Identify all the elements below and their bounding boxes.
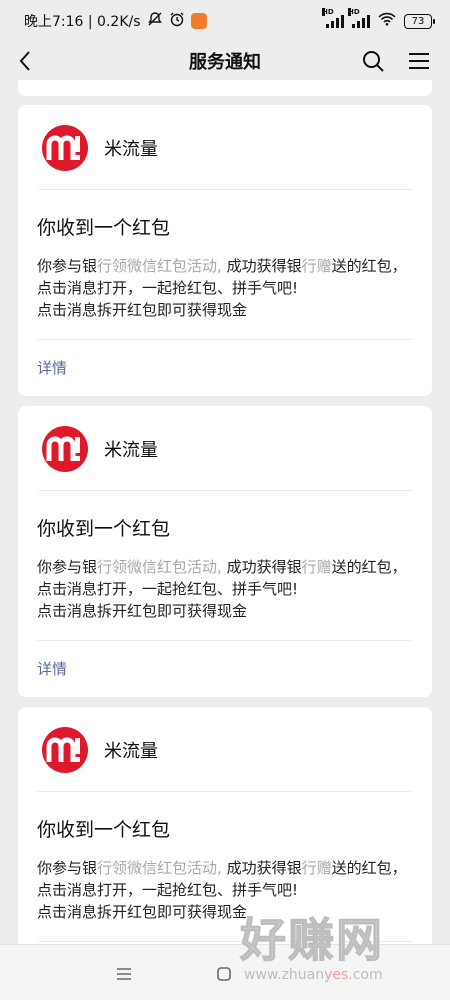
divider [37, 490, 413, 491]
divider [37, 791, 413, 792]
wifi-icon [378, 12, 396, 30]
body-text: 点击消息拆开红包即可获得现金 [37, 602, 248, 620]
hd-label: HD [348, 8, 360, 16]
detail-link[interactable]: 详情 [37, 357, 67, 378]
divider [37, 339, 413, 340]
source-name: 米流量 [104, 740, 158, 762]
card-title: 你收到一个红包 [37, 819, 171, 841]
body-text-muted: 行赠 [301, 257, 332, 275]
body-text: 点击消息拆开红包即可获得现金 [37, 903, 248, 921]
card-header: 米流量 [18, 105, 432, 190]
card-title: 你收到一个红包 [37, 518, 171, 540]
body-text: 成功获得银 [221, 859, 302, 877]
signal-icon: HD [348, 8, 370, 28]
notification-card[interactable]: 米流量 你收到一个红包 你参与银行领微信红包活动, 成功获得银行赠送的红包，点击… [18, 105, 432, 396]
body-text-muted: 行领微信红包活动, [97, 558, 222, 576]
body-text-muted: 行赠 [301, 859, 332, 877]
card-header: 米流量 [18, 707, 432, 792]
body-text-muted: 行领微信红包活动, [97, 859, 222, 877]
home-square-icon[interactable] [213, 963, 235, 985]
card-body: 你参与银行领微信红包活动, 成功获得银行赠送的红包，点击消息打开，一起抢红包、拼… [37, 556, 415, 622]
app-notification-icon [190, 13, 207, 29]
recents-menu-icon[interactable] [113, 963, 135, 985]
watermark-url-part: .com [348, 967, 383, 983]
card-title: 你收到一个红包 [37, 217, 171, 239]
body-text-muted: 行领微信红包活动, [97, 257, 222, 275]
body-text: 点击消息拆开红包即可获得现金 [37, 301, 248, 319]
notification-card[interactable]: 米流量 你收到一个红包 你参与银行领微信红包活动, 成功获得银行赠送的红包，点击… [18, 406, 432, 697]
notification-card[interactable]: 米流量 你收到一个红包 你参与银行领微信红包活动, 成功获得银行赠送的红包，点击… [18, 707, 432, 944]
status-time-speed: 晚上7:16 | 0.2K/s [24, 14, 141, 30]
source-name: 米流量 [104, 439, 158, 461]
watermark-title: 好赚网 [240, 913, 384, 967]
watermark-url-part: www.zhuan [244, 967, 325, 983]
nav-bar: 服务通知 [0, 42, 450, 80]
previous-card-stub [18, 80, 432, 96]
watermark-url-part: yes [324, 967, 349, 983]
status-bar: 晚上7:16 | 0.2K/s HD HD 73 [0, 0, 450, 42]
body-text: 你参与银 [37, 859, 98, 877]
mi-liuliang-logo-icon [42, 425, 88, 472]
divider [37, 640, 413, 641]
alarm-icon [169, 11, 185, 31]
watermark: 好赚网 www.zhuanyes.com [240, 914, 440, 994]
back-icon[interactable] [10, 46, 40, 76]
search-icon[interactable] [358, 46, 388, 76]
signal-icon: HD [322, 8, 344, 28]
mute-icon [147, 11, 163, 31]
divider [37, 189, 413, 190]
source-name: 米流量 [104, 138, 158, 160]
card-header: 米流量 [18, 406, 432, 491]
body-text-muted: 行赠 [301, 558, 332, 576]
body-text: 你参与银 [37, 257, 98, 275]
notification-feed[interactable]: 米流量 你收到一个红包 你参与银行领微信红包活动, 成功获得银行赠送的红包，点击… [0, 80, 450, 944]
watermark-url: www.zhuanyes.com [240, 966, 440, 984]
menu-icon[interactable] [404, 46, 434, 76]
body-text: 你参与银 [37, 558, 98, 576]
mi-liuliang-logo-icon [42, 124, 88, 171]
card-body: 你参与银行领微信红包活动, 成功获得银行赠送的红包，点击消息打开，一起抢红包、拼… [37, 255, 415, 321]
detail-link[interactable]: 详情 [37, 658, 67, 679]
mi-liuliang-logo-icon [42, 726, 88, 773]
hd-label: HD [322, 8, 334, 16]
body-text: 成功获得银 [221, 257, 302, 275]
battery-icon: 73 [404, 13, 435, 29]
body-text: 成功获得银 [221, 558, 302, 576]
